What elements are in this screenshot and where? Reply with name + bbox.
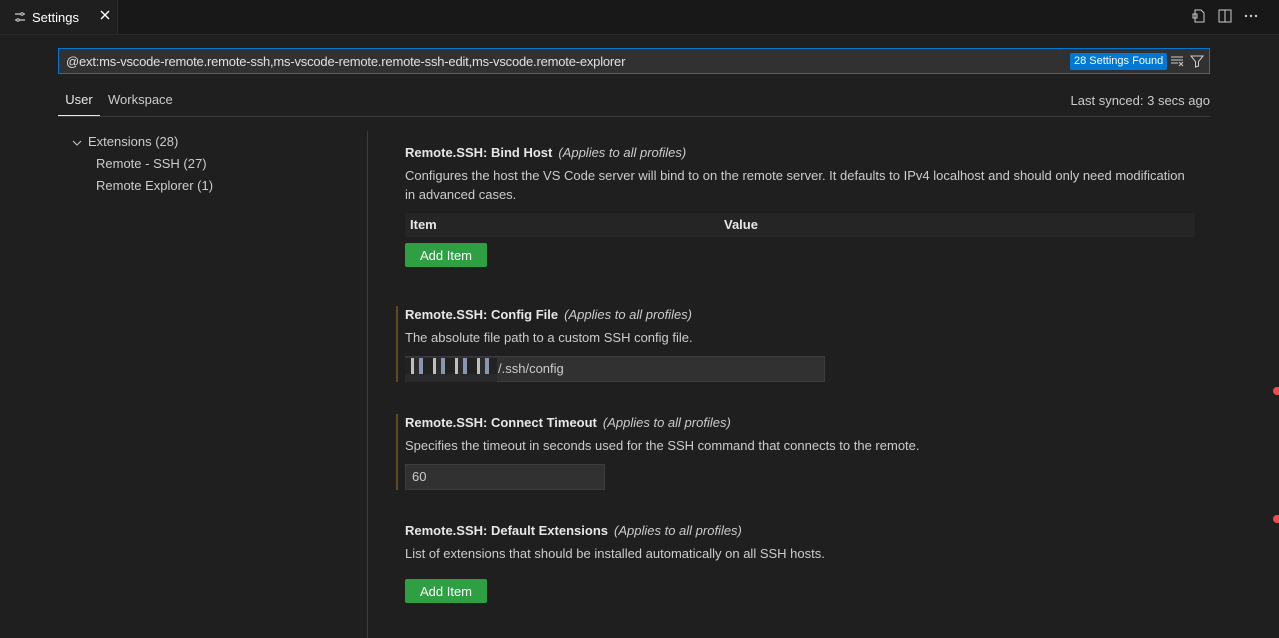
settings-icon — [15, 12, 25, 22]
setting-description: The absolute file path to a custom SSH c… — [405, 330, 693, 345]
setting-description: Configures the host the VS Code server w… — [405, 168, 1185, 202]
modified-indicator — [396, 414, 398, 490]
tab-user[interactable]: User — [58, 90, 100, 116]
divider — [58, 116, 1210, 117]
tab-label: Settings — [32, 9, 79, 25]
key-value-table-header: Item Value — [405, 213, 1195, 237]
filter-icon[interactable] — [1190, 54, 1204, 68]
toc-divider — [367, 131, 368, 638]
split-editor-icon[interactable] — [1217, 8, 1233, 24]
column-item: Item — [410, 217, 437, 232]
open-json-icon[interactable] — [1191, 8, 1207, 24]
add-item-button[interactable]: Add Item — [405, 243, 487, 267]
chevron-down-icon[interactable] — [71, 137, 83, 149]
setting-scope-note: (Applies to all profiles) — [558, 145, 687, 160]
toc-item-extensions[interactable]: Extensions (28) — [88, 131, 178, 153]
add-item-button[interactable]: Add Item — [405, 579, 487, 603]
scrollbar-marker — [1273, 387, 1279, 395]
toc-item-remote-explorer[interactable]: Remote Explorer (1) — [96, 175, 213, 197]
tab-settings[interactable]: Settings — [0, 0, 118, 34]
editor-tab-bar: Settings — [0, 0, 1279, 35]
scrollbar-marker — [1273, 515, 1279, 523]
setting-title-connect-timeout: Remote.SSH: Connect Timeout (Applies to a… — [405, 415, 731, 430]
setting-scope-note: (Applies to all profiles) — [614, 523, 742, 538]
search-value: @ext:ms-vscode-remote.remote-ssh,ms-vsco… — [66, 54, 626, 69]
input-value: /.ssh/config — [498, 361, 564, 376]
setting-name: Remote.SSH: Default Extensions — [405, 523, 608, 538]
setting-name: Remote.SSH: Connect Timeout — [405, 415, 597, 430]
setting-title-bind-host: Remote.SSH: Bind Host (Applies to all pro… — [405, 145, 686, 160]
tab-workspace[interactable]: Workspace — [108, 90, 173, 116]
setting-name: Remote.SSH: Bind Host — [405, 145, 553, 160]
setting-scope-note: (Applies to all profiles) — [564, 307, 693, 322]
sync-status: Last synced: 3 secs ago — [1070, 93, 1210, 108]
settings-search-input[interactable]: @ext:ms-vscode-remote.remote-ssh,ms-vsco… — [58, 48, 1210, 74]
more-actions-icon[interactable] — [1243, 8, 1259, 24]
setting-name: Remote.SSH: Config File — [405, 307, 559, 322]
toc-item-remote-ssh[interactable]: Remote - SSH (27) — [96, 153, 207, 175]
connect-timeout-input[interactable]: 60 — [405, 464, 605, 490]
column-value: Value — [724, 217, 758, 232]
input-value: 60 — [412, 469, 427, 484]
setting-description: List of extensions that should be instal… — [405, 546, 825, 561]
modified-indicator — [396, 306, 398, 382]
clear-filter-icon[interactable] — [1170, 54, 1184, 68]
setting-title-config-file: Remote.SSH: Config File (Applies to all p… — [405, 307, 692, 322]
setting-scope-note: (Applies to all profiles) — [602, 415, 731, 430]
redacted-path-shadow — [405, 374, 497, 382]
results-count-badge: 28 Settings Found — [1070, 53, 1168, 70]
setting-title-default-extensions: Remote.SSH: Default Extensions (Applies t… — [405, 523, 742, 538]
close-icon[interactable] — [98, 8, 112, 22]
setting-description: Specifies the timeout in seconds used fo… — [405, 438, 920, 453]
